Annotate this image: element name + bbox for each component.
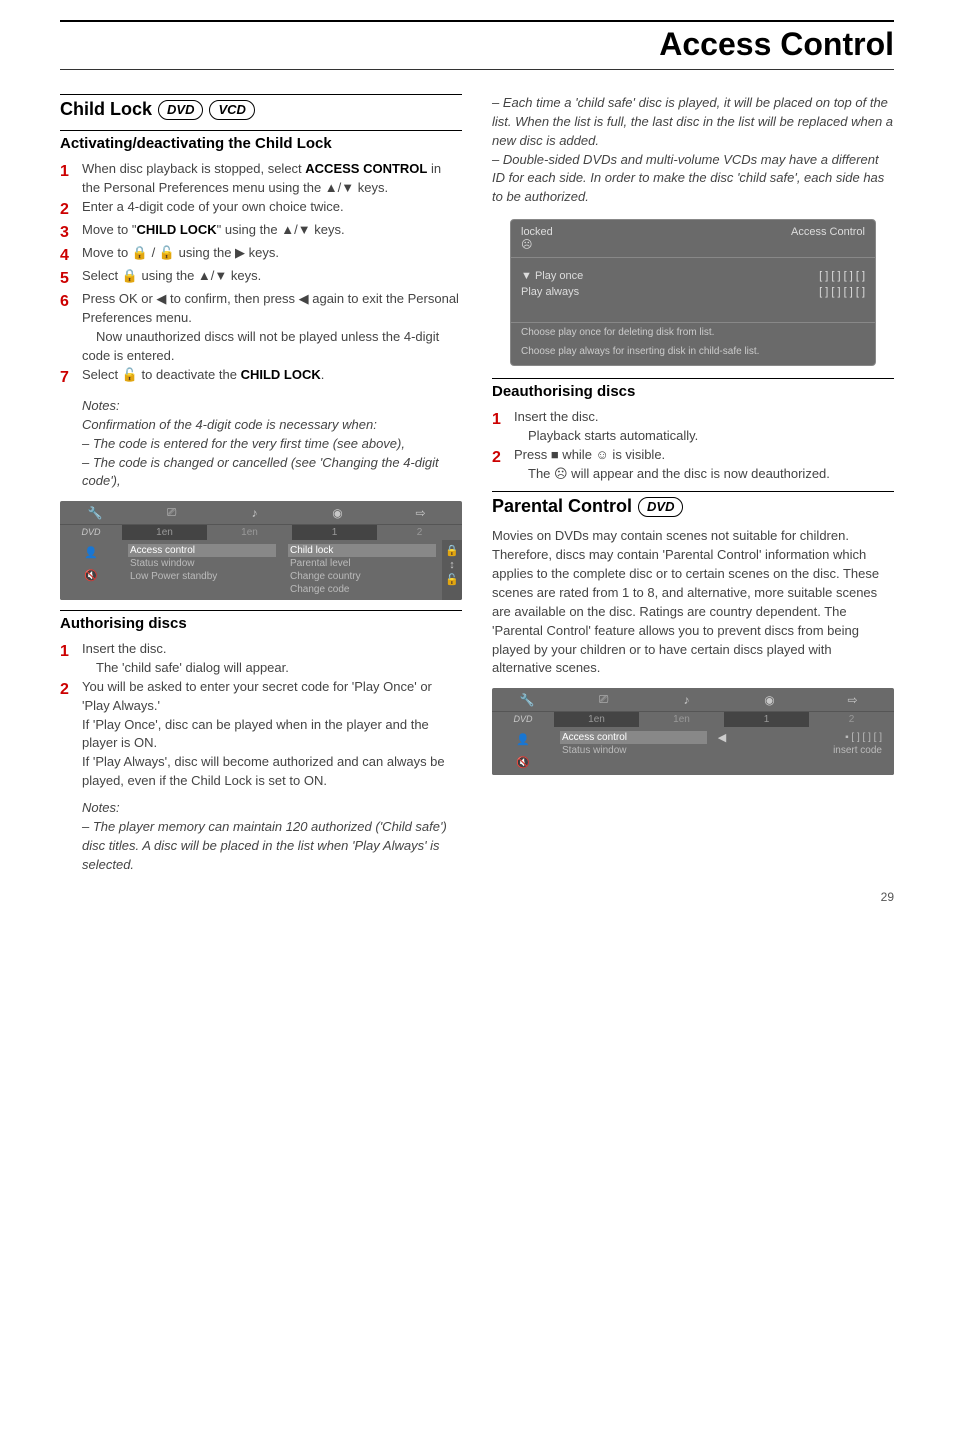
unlock-icon: 🔓 [445, 573, 459, 586]
section-parental-heading: Parental Control DVD [492, 491, 894, 517]
arrow-icon: ⇨ [379, 502, 462, 524]
updown-icon: ↕ [449, 559, 455, 571]
parental-title: Parental Control [492, 496, 632, 517]
vcd-badge: VCD [209, 100, 254, 120]
menu-item-access-control: Access control [128, 544, 276, 557]
menu-item-parental: Parental level [288, 557, 436, 570]
page-header-title: Access Control [60, 26, 894, 63]
dialog-play-once: ▼ Play once [521, 270, 583, 282]
notes-title-b: Notes: [82, 799, 462, 818]
tab-2: 2 [809, 712, 894, 727]
dialog-foot-2: Choose play always for inserting disk in… [521, 346, 865, 357]
steps-activating: 1When disc playback is stopped, select A… [60, 160, 462, 389]
menu-left-icons: 👤 🔇 [60, 540, 122, 600]
osd-menu-parental: 🔧 ⎚ ♪ ◉ ⇨ DVD 1en 1en 1 2 [492, 688, 894, 775]
person-icon: 👤 [516, 733, 530, 746]
step-num: 2 [492, 446, 514, 469]
person-icon: 👤 [84, 546, 98, 559]
steps-authorising: 1Insert the disc.The 'child safe' dialog… [60, 640, 462, 791]
step-num: 4 [60, 244, 82, 267]
tool-icon: 🔧 [492, 689, 562, 711]
tab-1en2: 1en [639, 712, 724, 727]
tab-1: 1 [724, 712, 809, 727]
menu-left-icons: 👤 🔇 [492, 727, 554, 775]
code-boxes: [ ] [ ] [ ] [ ] [819, 270, 865, 282]
dvd-label: DVD [492, 712, 554, 727]
dialog-play-always: Play always [521, 286, 579, 298]
dvd-icon: 🔧 [60, 502, 130, 524]
disc-icon: ◉ [728, 689, 811, 711]
speaker-icon: 🔇 [84, 569, 98, 582]
subhead-authorising: Authorising discs [60, 610, 462, 632]
notes-b-1: – The player memory can maintain 120 aut… [82, 818, 462, 875]
menu-item-low-power: Low Power standby [128, 570, 276, 583]
tv-icon: ⎚ [562, 688, 645, 711]
tab-1en: 1en [554, 712, 639, 727]
osd-dialog-locked: locked☹ Access Control ▼ Play once [ ] [ … [510, 219, 876, 366]
insert-code-label: insert code [737, 744, 884, 757]
header-rule [60, 20, 894, 22]
step-num: 2 [60, 198, 82, 221]
disc-icon: ◉ [296, 502, 379, 524]
notes-a-2: – The code is entered for the very first… [82, 435, 462, 454]
menu-item-country: Change country [288, 570, 436, 583]
section-child-lock-heading: Child Lock DVD VCD [60, 94, 462, 120]
speaker-icon: 🔇 [516, 756, 530, 769]
cont-note-2: – Double-sided DVDs and multi-volume VCD… [492, 151, 894, 208]
tab-1en: 1en [122, 525, 207, 540]
notes-a-3: – The code is changed or cancelled (see … [82, 454, 462, 492]
sad-face-icon: ☹ [521, 239, 532, 251]
parental-paragraph: Movies on DVDs may contain scenes not su… [492, 527, 894, 678]
header-underline [60, 69, 894, 70]
dialog-title-locked: locked [521, 226, 553, 238]
cont-note-1: – Each time a 'child safe' disc is playe… [492, 94, 894, 151]
arrow-icon: ⇨ [811, 689, 894, 711]
page-number: 29 [881, 890, 894, 904]
step-num: 1 [60, 160, 82, 183]
dialog-foot-1: Choose play once for deleting disk from … [521, 327, 865, 338]
dvd-badge: DVD [158, 100, 203, 120]
step-num: 1 [492, 408, 514, 431]
menu-item-status-window: Status window [128, 557, 276, 570]
dvd-label: DVD [60, 525, 122, 540]
step-num: 5 [60, 267, 82, 290]
dvd-badge: DVD [638, 497, 683, 517]
subhead-activating: Activating/deactivating the Child Lock [60, 130, 462, 152]
menu-item-child-lock: Child lock [288, 544, 436, 557]
lock-icon: 🔒 [445, 544, 459, 557]
track-icon: ♪ [645, 689, 728, 711]
tv-icon: ⎚ [130, 501, 213, 524]
code-entry-boxes: ▪ [ ] [ ] [ ] [737, 731, 884, 744]
osd-menu-access-control: 🔧 ⎚ ♪ ◉ ⇨ DVD 1en 1en 1 2 [60, 501, 462, 600]
code-boxes: [ ] [ ] [ ] [ ] [819, 286, 865, 298]
steps-deauth: 1Insert the disc.Playback starts automat… [492, 408, 894, 483]
notes-a-1: Confirmation of the 4-digit code is nece… [82, 416, 462, 435]
child-lock-title: Child Lock [60, 99, 152, 120]
dialog-title-right: Access Control [791, 226, 865, 251]
tab-2: 2 [377, 525, 462, 540]
tab-1en2: 1en [207, 525, 292, 540]
menu-item-access-control: Access control [560, 731, 707, 744]
notes-title-a: Notes: [82, 397, 462, 416]
menu-item-change-code: Change code [288, 583, 436, 596]
step-num: 3 [60, 221, 82, 244]
left-arrow-icon: ◀ [713, 727, 731, 775]
subhead-deauth: Deauthorising discs [492, 378, 894, 400]
menu-item-status-window: Status window [560, 744, 707, 757]
track-icon: ♪ [213, 502, 296, 524]
step-num: 2 [60, 678, 82, 701]
tab-1: 1 [292, 525, 377, 540]
step-num: 1 [60, 640, 82, 663]
step-num: 7 [60, 366, 82, 389]
step-num: 6 [60, 290, 82, 313]
